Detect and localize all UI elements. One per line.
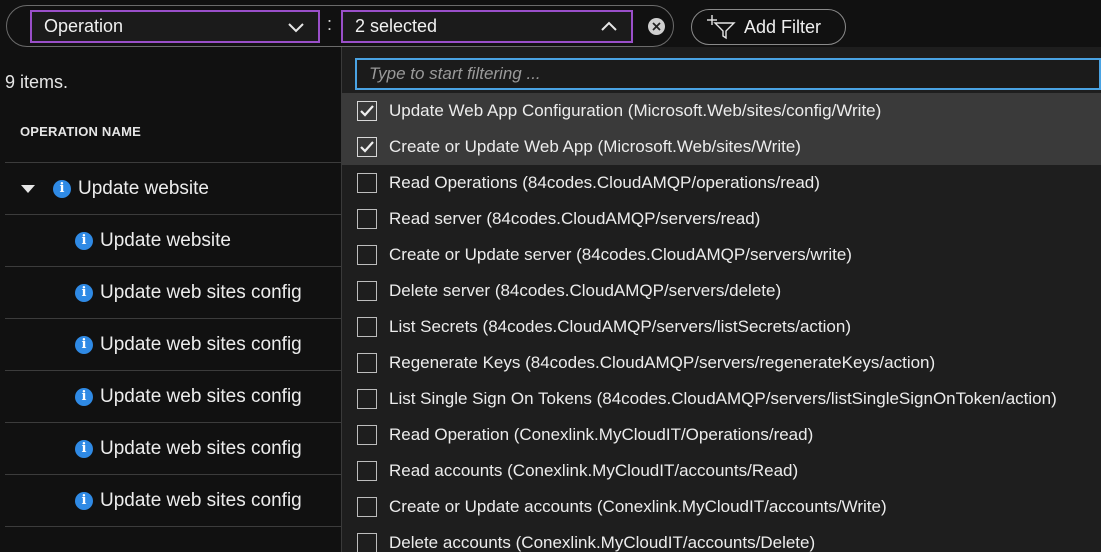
option-checkbox[interactable] bbox=[357, 137, 377, 157]
option-label: Read Operation (Conexlink.MyCloudIT/Oper… bbox=[389, 425, 814, 444]
row-label: Update web sites config bbox=[100, 489, 302, 511]
option-checkbox[interactable] bbox=[357, 461, 377, 481]
option-checkbox[interactable] bbox=[357, 101, 377, 121]
option-label: Regenerate Keys (84codes.CloudAMQP/serve… bbox=[389, 353, 936, 372]
option-label: Update Web App Configuration (Microsoft.… bbox=[389, 101, 882, 120]
option-checkbox[interactable] bbox=[357, 497, 377, 517]
info-icon: i bbox=[75, 335, 93, 354]
dropdown-option[interactable]: Read Operation (Conexlink.MyCloudIT/Oper… bbox=[342, 417, 1101, 453]
dropdown-option[interactable]: Create or Update accounts (Conexlink.MyC… bbox=[342, 489, 1101, 525]
info-icon: i bbox=[75, 387, 93, 406]
options-list: Update Web App Configuration (Microsoft.… bbox=[342, 93, 1101, 552]
option-label: Create or Update accounts (Conexlink.MyC… bbox=[389, 497, 887, 516]
option-label: List Secrets (84codes.CloudAMQP/servers/… bbox=[389, 317, 852, 336]
table-row[interactable]: i Update web sites config bbox=[5, 266, 341, 318]
option-checkbox[interactable] bbox=[357, 353, 377, 373]
table-row[interactable]: i Update web sites config bbox=[5, 474, 341, 526]
operations-list: i Update website i Update website i Upda… bbox=[5, 162, 341, 546]
option-label: List Single Sign On Tokens (84codes.Clou… bbox=[389, 389, 1057, 408]
close-icon bbox=[652, 22, 661, 31]
dropdown-option[interactable]: Update Web App Configuration (Microsoft.… bbox=[342, 93, 1101, 129]
dropdown-option[interactable]: List Secrets (84codes.CloudAMQP/servers/… bbox=[342, 309, 1101, 345]
chevron-down-icon bbox=[288, 22, 304, 32]
add-filter-label: Add Filter bbox=[744, 16, 822, 37]
option-label: Delete accounts (Conexlink.MyCloudIT/acc… bbox=[389, 533, 816, 552]
option-label: Read server (84codes.CloudAMQP/servers/r… bbox=[389, 209, 761, 228]
info-icon: i bbox=[53, 179, 71, 198]
field-select[interactable]: Operation bbox=[30, 10, 320, 43]
value-select-label: 2 selected bbox=[355, 16, 438, 36]
info-icon: i bbox=[75, 439, 93, 458]
dropdown-option[interactable]: Create or Update server (84codes.CloudAM… bbox=[342, 237, 1101, 273]
table-row[interactable]: i Update website bbox=[5, 162, 341, 214]
option-checkbox[interactable] bbox=[357, 425, 377, 445]
operation-dropdown-panel: Update Web App Configuration (Microsoft.… bbox=[341, 47, 1101, 552]
option-label: Read Operations (84codes.CloudAMQP/opera… bbox=[389, 173, 820, 192]
dropdown-option[interactable]: Read Operations (84codes.CloudAMQP/opera… bbox=[342, 165, 1101, 201]
caret-down-icon[interactable] bbox=[21, 184, 35, 193]
info-icon: i bbox=[75, 283, 93, 302]
option-checkbox[interactable] bbox=[357, 317, 377, 337]
field-select-label: Operation bbox=[44, 16, 124, 36]
dropdown-option[interactable]: Regenerate Keys (84codes.CloudAMQP/serve… bbox=[342, 345, 1101, 381]
option-checkbox[interactable] bbox=[357, 533, 377, 552]
dropdown-option[interactable]: Delete accounts (Conexlink.MyCloudIT/acc… bbox=[342, 525, 1101, 552]
dropdown-option[interactable]: List Single Sign On Tokens (84codes.Clou… bbox=[342, 381, 1101, 417]
checkmark-icon bbox=[360, 141, 374, 153]
add-filter-button[interactable]: Add Filter bbox=[691, 9, 846, 45]
option-checkbox[interactable] bbox=[357, 209, 377, 229]
dropdown-option[interactable]: Read server (84codes.CloudAMQP/servers/r… bbox=[342, 201, 1101, 237]
table-row[interactable]: i Update web sites config bbox=[5, 370, 341, 422]
clear-filter-button[interactable] bbox=[648, 18, 665, 35]
row-label: Update web sites config bbox=[100, 281, 302, 303]
option-label: Create or Update Web App (Microsoft.Web/… bbox=[389, 137, 801, 156]
table-row[interactable]: i Update web sites config bbox=[5, 318, 341, 370]
items-count: 9 items. bbox=[5, 72, 69, 92]
row-label: Update web sites config bbox=[100, 437, 302, 459]
option-checkbox[interactable] bbox=[357, 173, 377, 193]
option-checkbox[interactable] bbox=[357, 281, 377, 301]
search-input[interactable] bbox=[357, 60, 1099, 88]
row-label: Update web sites config bbox=[100, 385, 302, 407]
table-row[interactable]: i Update website bbox=[5, 214, 341, 266]
option-checkbox[interactable] bbox=[357, 245, 377, 265]
row-label: Update web sites config bbox=[100, 333, 302, 355]
table-row bbox=[5, 526, 341, 546]
info-icon: i bbox=[75, 231, 93, 250]
add-filter-funnel-icon bbox=[707, 15, 736, 40]
row-label: Update website bbox=[78, 177, 209, 199]
dropdown-search bbox=[355, 58, 1101, 90]
dropdown-option[interactable]: Delete server (84codes.CloudAMQP/servers… bbox=[342, 273, 1101, 309]
table-row[interactable]: i Update web sites config bbox=[5, 422, 341, 474]
filter-separator: : bbox=[327, 14, 333, 34]
option-label: Read accounts (Conexlink.MyCloudIT/accou… bbox=[389, 461, 799, 480]
row-label: Update website bbox=[100, 229, 231, 251]
dropdown-option[interactable]: Read accounts (Conexlink.MyCloudIT/accou… bbox=[342, 453, 1101, 489]
value-select[interactable]: 2 selected bbox=[341, 10, 633, 43]
column-header-operation-name[interactable]: OPERATION NAME bbox=[20, 124, 141, 139]
option-label: Create or Update server (84codes.CloudAM… bbox=[389, 245, 852, 264]
option-checkbox[interactable] bbox=[357, 389, 377, 409]
chevron-up-icon bbox=[601, 21, 617, 31]
dropdown-option[interactable]: Create or Update Web App (Microsoft.Web/… bbox=[342, 129, 1101, 165]
checkmark-icon bbox=[360, 105, 374, 117]
option-label: Delete server (84codes.CloudAMQP/servers… bbox=[389, 281, 782, 300]
info-icon: i bbox=[75, 491, 93, 510]
